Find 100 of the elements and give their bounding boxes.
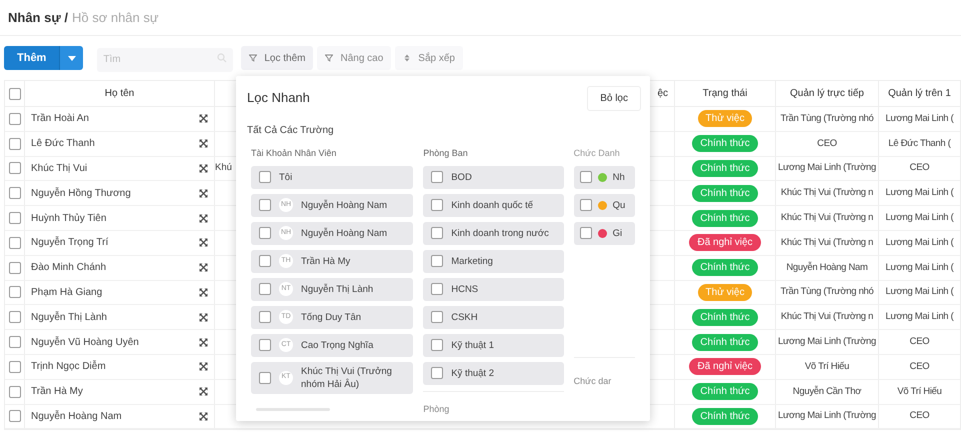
table-cell: Khúc Thị Vui (Trường n: [780, 186, 874, 200]
search-icon: [217, 53, 228, 63]
checkbox[interactable]: [580, 171, 592, 183]
filter-option[interactable]: Gi: [574, 222, 635, 244]
checkbox[interactable]: [431, 311, 444, 323]
checkbox[interactable]: [8, 212, 20, 224]
checkbox[interactable]: [259, 283, 271, 295]
expand-icon[interactable]: [199, 288, 208, 297]
filter-option[interactable]: Qu: [574, 194, 635, 216]
checkbox[interactable]: [8, 336, 20, 348]
checkbox[interactable]: [431, 339, 444, 351]
column-heading: Chức dar: [574, 376, 612, 386]
column-header[interactable]: ệc: [657, 86, 668, 101]
expand-icon[interactable]: [199, 238, 208, 248]
checkbox[interactable]: [8, 286, 20, 298]
table-cell: Võ Trí Hiếu: [804, 360, 850, 374]
checkbox[interactable]: [259, 339, 271, 351]
checkbox[interactable]: [259, 255, 271, 267]
breadcrumb-parent[interactable]: Nhân sự /: [8, 8, 68, 28]
checkbox[interactable]: [8, 138, 20, 150]
checkbox[interactable]: [580, 199, 592, 211]
expand-icon[interactable]: [199, 387, 208, 396]
filter-option[interactable]: Kỹ thuật 2: [423, 362, 564, 384]
expand-icon[interactable]: [199, 362, 208, 372]
filter-option[interactable]: HCNS: [423, 278, 564, 300]
checkbox[interactable]: [8, 88, 20, 100]
status-badge: Chính thức: [692, 259, 758, 276]
checkbox[interactable]: [8, 236, 20, 249]
status-badge: Thử việc: [698, 110, 752, 128]
checkbox[interactable]: [431, 199, 444, 211]
checkbox[interactable]: [259, 311, 271, 323]
table-cell-text: Nguyễn Thị Lành: [31, 310, 107, 325]
filter-option[interactable]: Marketing: [423, 250, 564, 272]
table-cell: Trịnh Ngọc Diễm: [31, 359, 106, 374]
filter-option[interactable]: Kinh doanh trong nước: [423, 222, 564, 244]
checkbox[interactable]: [431, 171, 444, 183]
checkbox[interactable]: [259, 372, 271, 384]
table-cell-text: Lương Mai Linh (Trường: [778, 161, 876, 176]
column-heading: Phòng Ban: [423, 147, 469, 160]
table-cell-text: Lê Đức Thanh: [31, 137, 95, 152]
expand-icon[interactable]: [199, 312, 208, 322]
filter-option[interactable]: CSKH: [423, 306, 564, 328]
table-cell: Nguyễn Trọng Trí: [31, 235, 108, 250]
checkbox[interactable]: [431, 367, 444, 379]
checkbox[interactable]: [8, 262, 20, 274]
table-cell-text: Trần Hà My: [31, 385, 83, 400]
filter-option[interactable]: Kinh doanh quốc tế: [423, 194, 564, 216]
checkbox[interactable]: [8, 410, 20, 422]
status-badge: Chính thức: [692, 383, 758, 400]
column-heading: Phòng: [423, 404, 450, 414]
expand-icon[interactable]: [199, 263, 208, 272]
filter-option[interactable]: Nh: [574, 166, 635, 188]
table-cell-text: Lương Mai Linh (Trường: [778, 409, 876, 424]
expand-icon[interactable]: [199, 188, 208, 198]
status-badge: Đã nghỉ việc: [689, 234, 761, 252]
expand-icon[interactable]: [199, 139, 208, 148]
column-header[interactable]: Họ tên: [104, 86, 134, 101]
clear-filter-button[interactable]: Bỏ lọc: [587, 86, 641, 111]
filter-option[interactable]: Kỹ thuật 1: [423, 334, 564, 356]
expand-icon[interactable]: [199, 412, 208, 421]
checkbox[interactable]: [259, 227, 271, 239]
expand-icon[interactable]: [199, 338, 208, 347]
filter-option[interactable]: BOD: [423, 166, 564, 188]
toolbar-button[interactable]: Lọc thêm: [241, 46, 314, 70]
table-cell-text: Trần Hoài An: [31, 112, 89, 126]
filter-option[interactable]: Tôi: [251, 166, 414, 188]
table-cell: Lương Mai Linh (: [886, 186, 954, 200]
expand-icon[interactable]: [199, 164, 208, 173]
checkbox[interactable]: [8, 360, 20, 373]
add-dropdown-button[interactable]: [59, 46, 84, 70]
checkbox[interactable]: [8, 112, 20, 125]
checkbox[interactable]: [580, 227, 592, 239]
checkbox[interactable]: [259, 199, 271, 211]
expand-icon[interactable]: [199, 114, 208, 124]
search-field[interactable]: Tìm: [97, 48, 234, 72]
column-heading: Chức Danh: [574, 147, 621, 160]
table-cell-text: Khúc Thị Vui (Trường n: [780, 210, 874, 225]
checkbox[interactable]: [431, 283, 444, 295]
checkbox[interactable]: [8, 386, 20, 398]
table-cell: Nguyễn Cần Thơ: [792, 384, 862, 399]
checkbox[interactable]: [431, 255, 444, 267]
checkbox[interactable]: [259, 171, 271, 183]
table-cell-text: CEO: [910, 334, 930, 349]
table-cell-text: Nguyễn Hoàng Nam: [31, 409, 122, 424]
column-header[interactable]: Quản lý trực tiếp: [790, 86, 864, 101]
table-cell-text: Khúc Thị Vui: [31, 162, 88, 176]
table-cell-text: Huỳnh Thủy Tiên: [31, 212, 106, 226]
column-header[interactable]: Trạng thái: [702, 86, 748, 101]
expand-icon[interactable]: [199, 214, 208, 223]
checkbox[interactable]: [8, 162, 20, 174]
table-cell-text: Nguyễn Vũ Hoàng Uyên: [31, 335, 139, 350]
column-heading: Tài Khoản Nhân Viên: [251, 147, 338, 160]
column-header[interactable]: Quản lý trên 1: [888, 86, 951, 101]
table-cell-text: Lương Mai Linh (Trường: [778, 334, 876, 349]
checkbox[interactable]: [8, 187, 20, 200]
caret-icon: [68, 56, 76, 60]
add-button[interactable]: Thêm: [4, 46, 60, 70]
checkbox[interactable]: [8, 311, 20, 324]
status-badge: Chính thức: [692, 408, 758, 425]
checkbox[interactable]: [431, 227, 444, 239]
